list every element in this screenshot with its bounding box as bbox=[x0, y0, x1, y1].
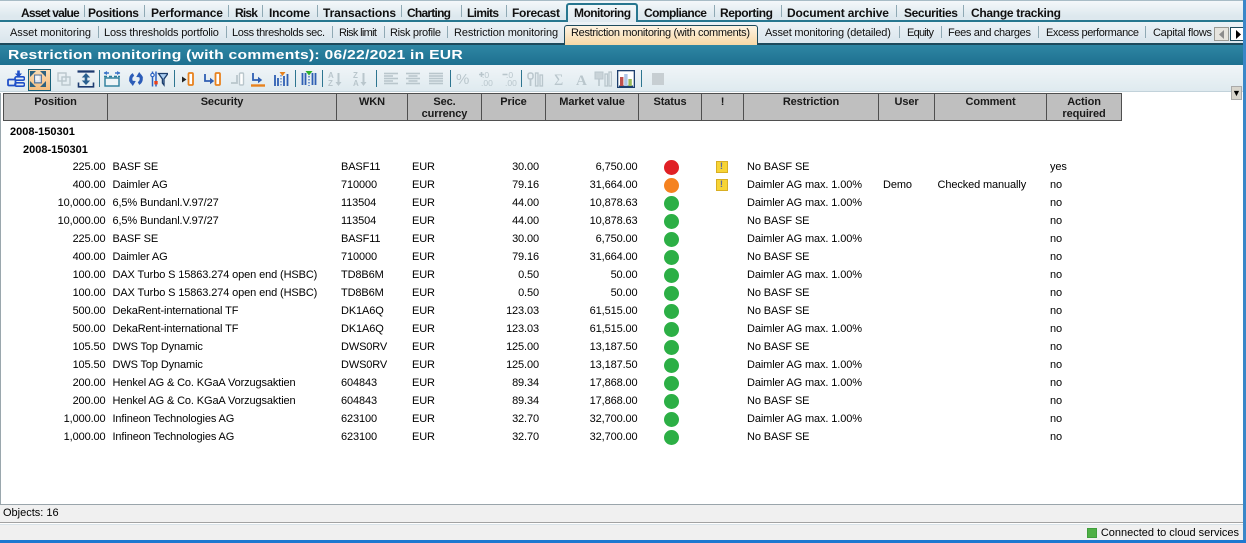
svg-text:Σ: Σ bbox=[554, 72, 563, 88]
svg-text:%: % bbox=[456, 71, 469, 88]
svg-text:.00: .00 bbox=[481, 78, 493, 88]
svg-text:.00: .00 bbox=[505, 78, 517, 88]
svg-text:A: A bbox=[576, 73, 587, 88]
svg-text:A: A bbox=[353, 79, 359, 88]
svg-text:Z: Z bbox=[328, 79, 333, 88]
